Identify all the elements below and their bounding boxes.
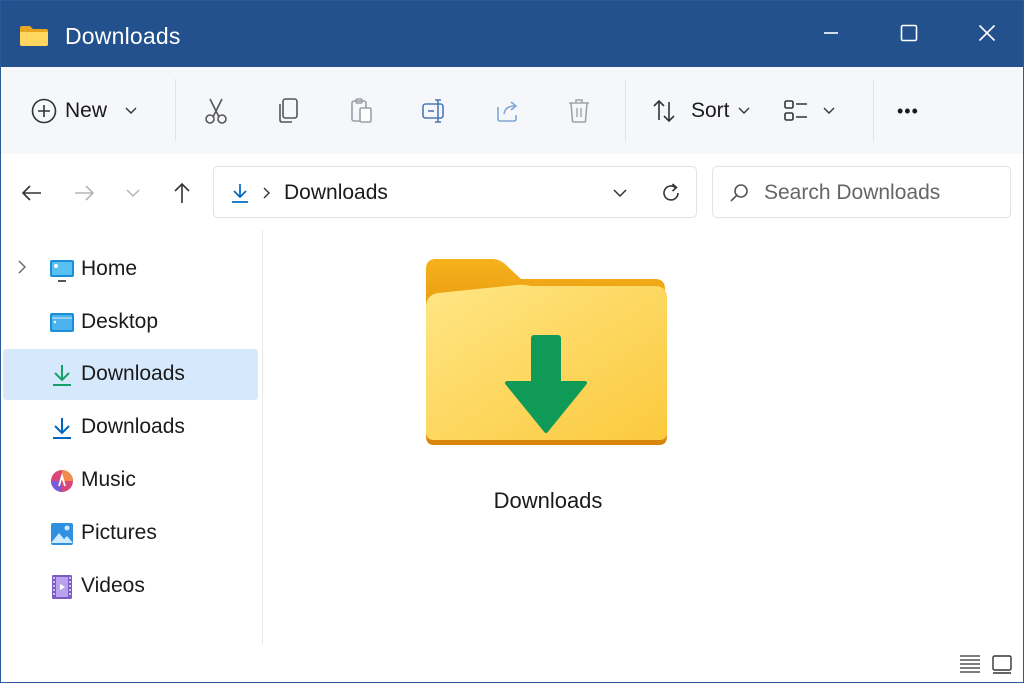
new-button[interactable]: New [31, 95, 137, 127]
chevron-down-icon [738, 107, 750, 114]
sidebar-item-videos[interactable]: Videos [3, 561, 258, 612]
view-button[interactable] [783, 95, 835, 127]
recent-locations-button[interactable] [121, 181, 145, 205]
arrow-left-icon [21, 185, 41, 201]
up-button[interactable] [170, 181, 194, 205]
back-button[interactable] [20, 181, 44, 205]
sidebar-item-label: Downloads [81, 415, 185, 438]
chevron-down-icon [125, 107, 137, 114]
folder-icon [19, 25, 49, 52]
search-input[interactable]: Search Downloads [712, 166, 1011, 218]
download-icon [53, 418, 71, 439]
sidebar-item-downloads[interactable]: Downloads [3, 402, 258, 453]
more-icon: ••• [897, 100, 919, 121]
rename-button[interactable] [421, 95, 447, 127]
download-icon [232, 184, 248, 203]
videos-icon [52, 575, 72, 599]
pictures-icon [51, 523, 73, 545]
status-bar [1, 644, 1023, 684]
downloads-folder-icon [426, 259, 667, 445]
title-bar: Downloads [1, 1, 1023, 67]
minimize-icon [824, 32, 838, 34]
sort-label: Sort [691, 99, 730, 122]
tiles-view-icon [992, 655, 1012, 674]
desktop-icon [50, 313, 74, 332]
maximize-icon [900, 24, 918, 42]
music-icon [51, 470, 73, 492]
folder-item-label: Downloads [493, 488, 603, 513]
sidebar-item-label: Videos [81, 574, 145, 597]
refresh-icon[interactable] [659, 181, 683, 205]
sidebar-item-desktop[interactable]: Desktop [3, 297, 258, 348]
chevron-down-icon [823, 107, 835, 114]
close-button[interactable] [963, 13, 1011, 53]
share-button[interactable] [495, 95, 521, 127]
sidebar-item-label: Downloads [81, 362, 185, 385]
sidebar-item-label: Music [81, 468, 136, 491]
paste-button[interactable] [349, 95, 375, 127]
copy-button[interactable] [276, 95, 300, 127]
arrow-up-icon [174, 182, 190, 203]
sort-button[interactable]: Sort [651, 95, 750, 127]
sidebar-item-downloads-selected[interactable]: Downloads [3, 349, 258, 400]
sidebar-item-music[interactable]: Music [3, 455, 258, 506]
chevron-down-icon[interactable] [612, 188, 628, 198]
scissors-icon [205, 98, 227, 124]
arrow-right-icon [75, 185, 95, 201]
navigation-pane: Home Desktop Downloads Downloads Music P… [1, 230, 263, 644]
details-view-icon [960, 655, 980, 673]
sidebar-item-label: Pictures [81, 521, 157, 544]
plus-circle-icon [31, 98, 57, 124]
sidebar-item-label: Desktop [81, 310, 159, 333]
file-list: Downloads [263, 230, 1023, 644]
address-bar[interactable]: Downloads [213, 166, 697, 218]
address-row: Downloads Search Downloads [1, 154, 1023, 230]
chevron-down-icon [126, 189, 140, 198]
details-view-button[interactable] [958, 652, 982, 676]
sidebar-item-label: Home [81, 257, 138, 280]
tiles-view-button[interactable] [990, 652, 1014, 676]
toolbar-divider [175, 79, 176, 141]
command-bar: New Sort ••• [1, 67, 1023, 155]
minimize-button[interactable] [807, 13, 855, 53]
search-icon [730, 184, 748, 202]
maximize-button[interactable] [885, 13, 933, 53]
sidebar-item-pictures[interactable]: Pictures [3, 508, 258, 559]
trash-icon [569, 99, 589, 123]
delete-button[interactable] [567, 95, 591, 127]
share-icon [497, 101, 518, 122]
cut-button[interactable] [203, 95, 229, 127]
chevron-right-icon[interactable] [17, 260, 27, 274]
sort-icon [653, 99, 675, 123]
toolbar-divider [873, 79, 874, 141]
view-layout-icon [784, 100, 807, 121]
close-icon [978, 24, 996, 42]
home-icon [50, 260, 74, 282]
forward-button[interactable] [72, 181, 96, 205]
chevron-right-icon [263, 187, 270, 199]
search-placeholder: Search Downloads [764, 181, 941, 204]
sidebar-item-home[interactable]: Home [3, 244, 258, 295]
copy-icon [279, 98, 298, 123]
download-icon [53, 365, 71, 386]
folder-item-downloads[interactable]: Downloads [413, 250, 683, 520]
file-explorer-window: Downloads New Sort ••• Downloads Search … [0, 0, 1024, 683]
toolbar-divider [625, 79, 626, 141]
breadcrumb[interactable]: Downloads [284, 181, 388, 205]
rename-icon [422, 99, 444, 123]
window-title: Downloads [65, 23, 181, 49]
more-options-button[interactable]: ••• [897, 95, 919, 127]
paste-icon [351, 98, 372, 123]
new-label: New [65, 99, 108, 122]
